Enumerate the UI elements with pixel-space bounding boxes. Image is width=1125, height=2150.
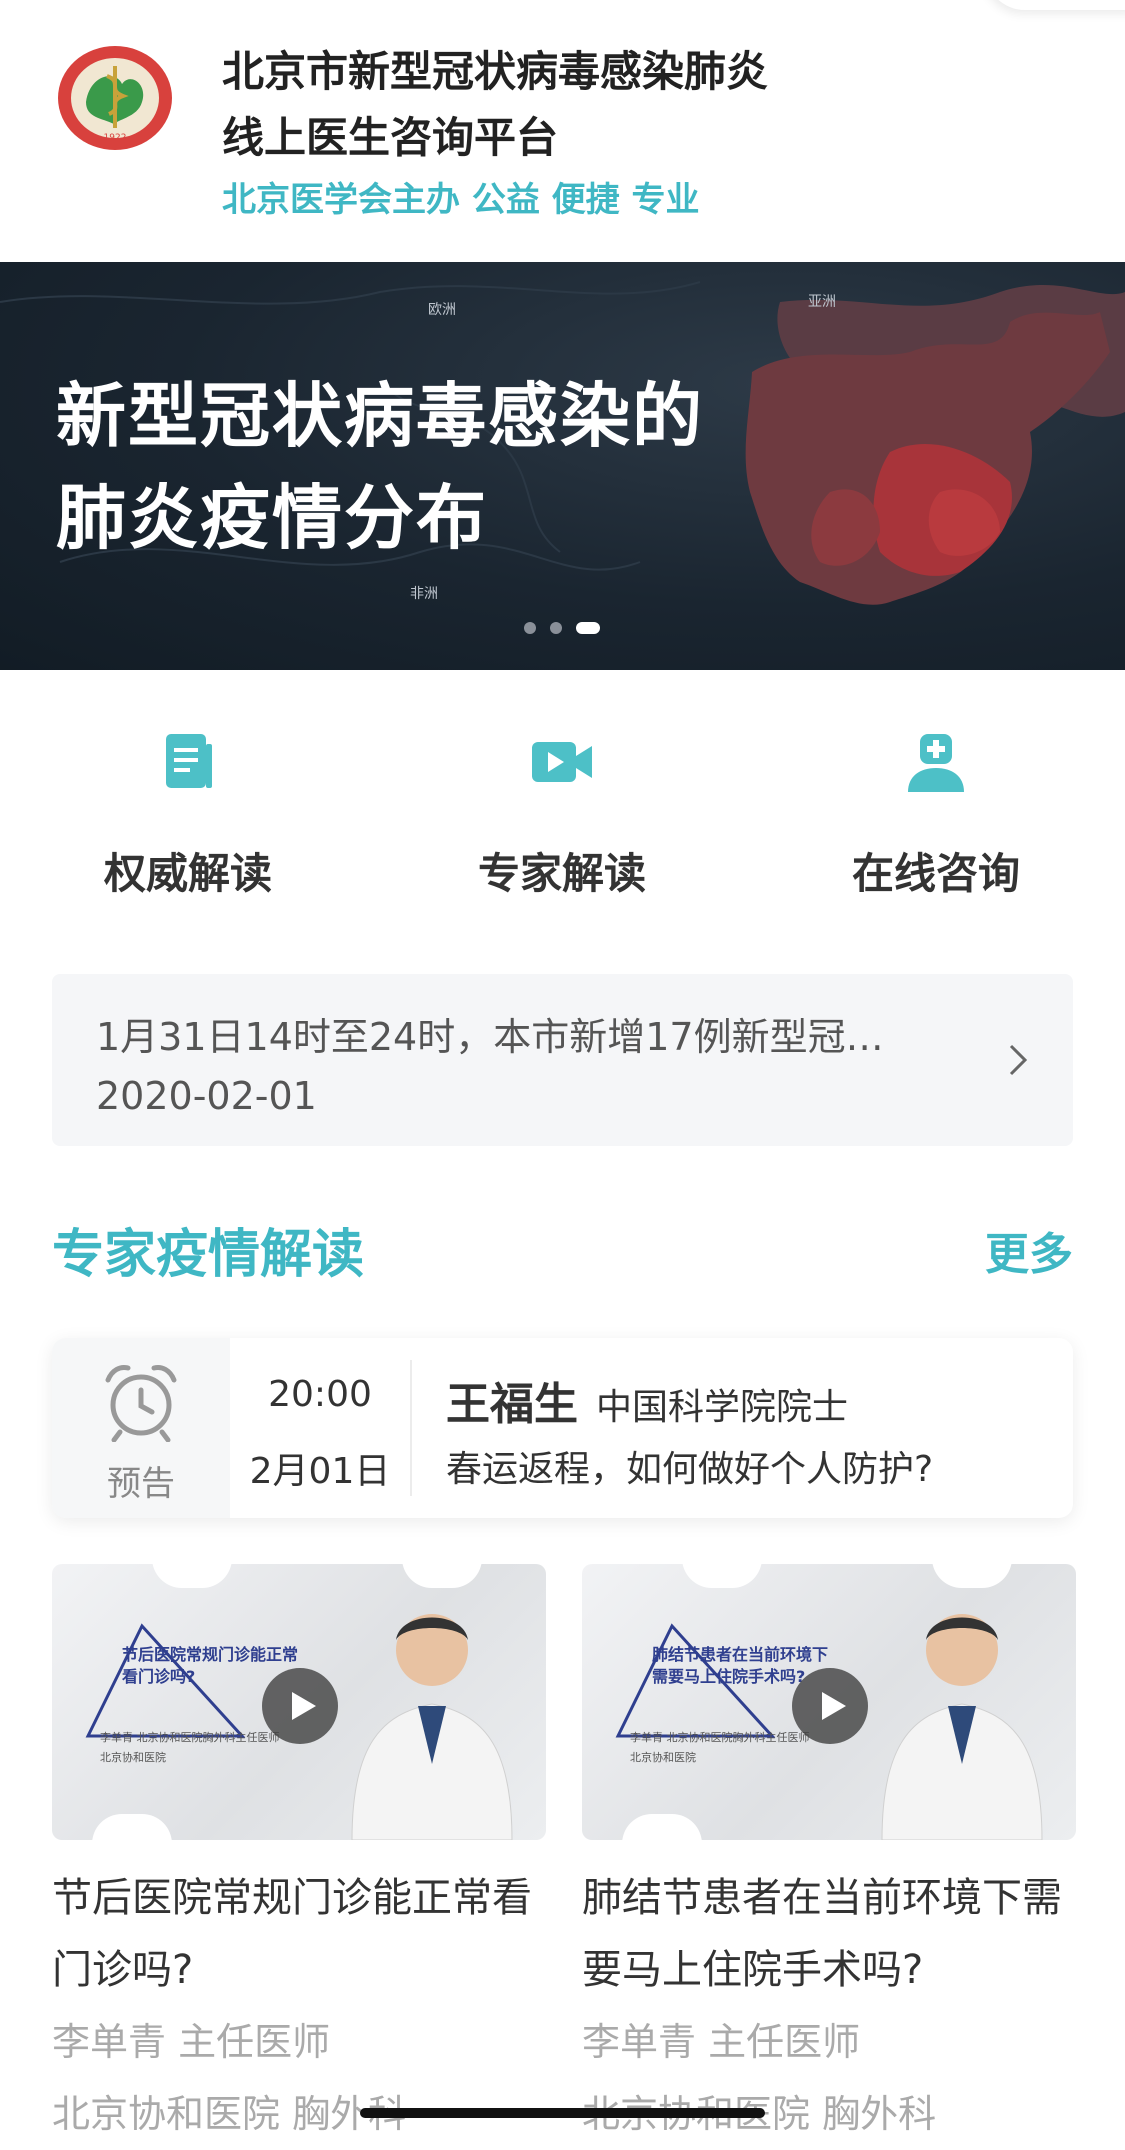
video-thumbnail[interactable]: 节后医院常规门诊能正常看门诊吗? 李单青 北京协和医院胸外科主任医师 北京协和医… [52, 1564, 546, 1840]
nav-label: 权威解读 [103, 849, 272, 898]
carousel-dot[interactable] [550, 622, 562, 634]
video-camera-icon [532, 742, 592, 782]
banner-title-line1: 新型冠状病毒感染的 [56, 375, 704, 457]
thumbnail-doctor-line: 李单青 北京协和医院胸外科主任医师 [630, 1731, 810, 1744]
beijing-medical-association-logo: 1922 [58, 46, 172, 150]
preview-tag: 预告 [107, 1464, 175, 1504]
live-date: 2月01日 [249, 1451, 391, 1492]
chevron-right-icon [1009, 1044, 1028, 1076]
nav-label: 在线咨询 [851, 849, 1020, 898]
news-notice-card[interactable]: 1月31日14时至24时，本市新增17例新型冠… 2020-02-01 [52, 974, 1073, 1146]
live-topic: 春运返程，如何做好个人防护? [446, 1449, 934, 1490]
thumbnail-hospital-line: 北京协和医院 [100, 1751, 166, 1764]
epidemic-map-banner[interactable]: 亚洲 欧洲 非洲 新型冠状病毒感染的 肺炎疫情分布 [0, 262, 1125, 670]
svg-text:1922: 1922 [104, 133, 127, 143]
section-title: 专家疫情解读 [52, 1225, 365, 1285]
doctor-portrait [351, 1614, 513, 1840]
carousel-dot-active[interactable] [576, 622, 600, 634]
play-button[interactable] [262, 1668, 338, 1744]
video-doctor-meta: 李单青 主任医师 [52, 2020, 331, 2064]
nav-online-consult[interactable]: 在线咨询 [826, 730, 1046, 901]
document-icon [166, 734, 212, 788]
app-header: 1922 北京市新型冠状病毒感染肺炎 线上医生咨询平台 北京医学会主办 公益 便… [0, 0, 1125, 262]
svg-text:欧洲: 欧洲 [428, 302, 456, 318]
carousel-indicator[interactable] [524, 622, 600, 634]
divider [410, 1360, 412, 1496]
video-title: 节后医院常规门诊能正常看门诊吗? [52, 1875, 532, 1993]
thumb-notch [152, 1564, 232, 1588]
video-card[interactable]: 肺结节患者在当前环境下需要马上住院手术吗? 李单青 北京协和医院胸外科主任医师 … [582, 1564, 1076, 2150]
thumb-notch [92, 1814, 172, 1840]
home-indicator[interactable] [360, 2108, 765, 2118]
more-link[interactable]: 更多 [985, 1218, 1073, 1282]
video-doctor-meta: 李单青 主任医师 [582, 2020, 861, 2064]
video-card[interactable]: 节后医院常规门诊能正常看门诊吗? 李单青 北京协和医院胸外科主任医师 北京协和医… [52, 1564, 546, 2150]
thumb-notch [682, 1564, 762, 1588]
svg-text:非洲: 非洲 [410, 586, 438, 602]
video-thumbnail[interactable]: 肺结节患者在当前环境下需要马上住院手术吗? 李单青 北京协和医院胸外科主任医师 … [582, 1564, 1076, 1840]
carousel-dot[interactable] [524, 622, 536, 634]
thumb-notch [622, 1814, 702, 1840]
banner-title-line2: 肺炎疫情分布 [56, 477, 488, 559]
thumbnail-hospital-line: 北京协和医院 [630, 1751, 696, 1764]
notice-headline: 1月31日14时至24时，本市新增17例新型冠… [96, 1015, 884, 1059]
live-time: 20:00 [268, 1374, 372, 1415]
expert-title: 中国科学院院士 [596, 1387, 849, 1428]
nav-expert-interpretation[interactable]: 专家解读 [452, 730, 672, 901]
notice-date: 2020-02-01 [96, 1074, 317, 1118]
video-title: 肺结节患者在当前环境下需要马上住院手术吗? [582, 1875, 1062, 1993]
svg-text:亚洲: 亚洲 [808, 294, 836, 310]
doctor-icon [908, 734, 964, 792]
alarm-clock-icon [105, 1365, 177, 1442]
nav-label: 专家解读 [477, 849, 646, 898]
play-button[interactable] [792, 1668, 868, 1744]
platform-title-line2: 线上医生咨询平台 [222, 113, 559, 162]
thumbnail-doctor-line: 李单青 北京协和医院胸外科主任医师 [100, 1731, 280, 1744]
play-icon [822, 1692, 846, 1720]
header-corner-decoration [985, 0, 1125, 10]
play-icon [292, 1692, 316, 1720]
platform-subtitle: 北京医学会主办 公益 便捷 专业 [222, 180, 700, 220]
preview-badge-area: 预告 [52, 1338, 230, 1518]
doctor-portrait [881, 1614, 1043, 1840]
platform-title-line1: 北京市新型冠状病毒感染肺炎 [222, 47, 769, 96]
nav-authority-interpretation[interactable]: 权威解读 [78, 730, 298, 901]
live-preview-card[interactable]: 预告 20:00 2月01日 王福生 中国科学院院士 春运返程，如何做好个人防护… [52, 1338, 1073, 1518]
expert-name: 王福生 [446, 1379, 578, 1430]
